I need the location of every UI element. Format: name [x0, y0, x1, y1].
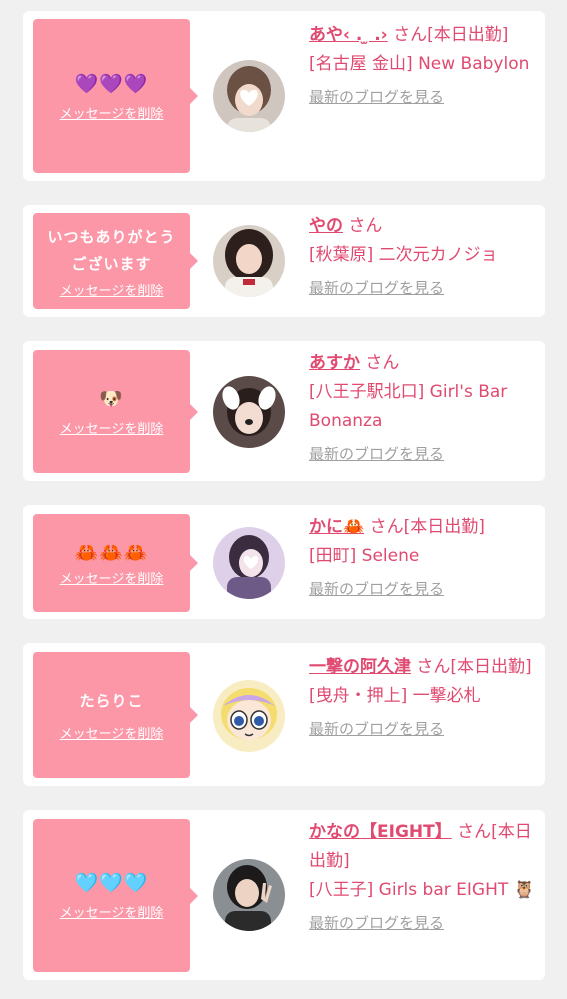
- shop-text: [曳舟・押上] 一撃必札: [309, 686, 481, 706]
- avatar[interactable]: [213, 859, 285, 931]
- shop-text: [名古屋 金山] New Babylon: [309, 54, 530, 74]
- shop-text: [八王子] Girls bar EIGHT 🦉: [309, 880, 535, 900]
- avatar[interactable]: [213, 60, 285, 132]
- honorific: さん: [393, 25, 428, 45]
- message-card: 💜💜💜 メッセージを削除 あや‹ . ̫ .› さん[本日出勤] [名古屋 金山…: [23, 11, 545, 181]
- latest-blog-link[interactable]: 最新のブログを見る: [309, 715, 537, 744]
- cast-name-link[interactable]: 一撃の阿久津: [309, 657, 411, 677]
- message-bubble: いつもありがとうございます メッセージを削除: [33, 213, 198, 309]
- message-text: 🐶: [99, 388, 124, 410]
- delete-message-link[interactable]: メッセージを削除: [60, 103, 164, 122]
- avatar[interactable]: [213, 527, 285, 599]
- avatar[interactable]: [213, 680, 285, 752]
- status-text: [本日出勤]: [450, 657, 532, 677]
- delete-message-link[interactable]: メッセージを削除: [60, 280, 164, 299]
- delete-message-link[interactable]: メッセージを削除: [60, 723, 164, 742]
- latest-blog-link[interactable]: 最新のブログを見る: [309, 575, 537, 604]
- latest-blog-link[interactable]: 最新のブログを見る: [309, 440, 537, 469]
- message-bubble: 🩵🩵🩵 メッセージを削除: [33, 819, 198, 972]
- cast-name-link[interactable]: かに🦀: [309, 517, 364, 537]
- cast-info: やの さん [秋葉原] 二次元カノジョ 最新のブログを見る: [309, 212, 537, 303]
- status-text: [本日出勤]: [427, 25, 509, 45]
- message-card: 🦀🦀🦀 メッセージを削除 かに🦀 さん[本日出勤] [田町] Selene 最新…: [23, 505, 545, 619]
- latest-blog-link[interactable]: 最新のブログを見る: [309, 909, 537, 938]
- message-card: いつもありがとうございます メッセージを削除 やの さん [秋葉原] 二次元カノ…: [23, 205, 545, 317]
- message-bubble: たらりこ メッセージを削除: [33, 652, 198, 778]
- delete-message-link[interactable]: メッセージを削除: [60, 902, 164, 921]
- cast-info: 一撃の阿久津 さん[本日出勤] [曳舟・押上] 一撃必札 最新のブログを見る: [309, 653, 537, 744]
- shop-text: [八王子駅北口] Girl's Bar Bonanza: [309, 382, 508, 431]
- status-text: [本日出勤]: [403, 517, 485, 537]
- honorific: さん: [348, 216, 383, 236]
- honorific: さん: [369, 517, 404, 537]
- cast-name-link[interactable]: あすか: [309, 353, 360, 373]
- message-bubble: 🐶 メッセージを削除: [33, 350, 198, 473]
- cast-info: かに🦀 さん[本日出勤] [田町] Selene 最新のブログを見る: [309, 513, 537, 604]
- cast-info: あや‹ . ̫ .› さん[本日出勤] [名古屋 金山] New Babylon…: [309, 21, 537, 112]
- cast-name-link[interactable]: かなの【EIGHT】: [309, 822, 452, 842]
- avatar[interactable]: [213, 376, 285, 448]
- avatar[interactable]: [213, 225, 285, 297]
- delete-message-link[interactable]: メッセージを削除: [60, 568, 164, 587]
- message-bubble: 🦀🦀🦀 メッセージを削除: [33, 514, 198, 612]
- message-text: たらりこ: [79, 692, 144, 710]
- cast-name-link[interactable]: やの: [309, 216, 343, 236]
- message-text: 💜💜💜: [74, 72, 149, 95]
- honorific: さん: [416, 657, 451, 677]
- latest-blog-link[interactable]: 最新のブログを見る: [309, 274, 537, 303]
- delete-message-link[interactable]: メッセージを削除: [60, 418, 164, 437]
- message-text: 🦀🦀🦀: [74, 541, 149, 564]
- cast-info: あすか さん [八王子駅北口] Girl's Bar Bonanza 最新のブロ…: [309, 349, 537, 469]
- latest-blog-link[interactable]: 最新のブログを見る: [309, 83, 537, 112]
- message-card: 🩵🩵🩵 メッセージを削除 かなの【EIGHT】 さん[本日出勤] [八王子] G…: [23, 810, 545, 980]
- honorific: さん: [365, 353, 400, 373]
- message-card: 🐶 メッセージを削除 あすか さん [八王子駅北口] Girl's Bar Bo…: [23, 341, 545, 481]
- shop-text: [田町] Selene: [309, 546, 420, 566]
- message-card: たらりこ メッセージを削除 一撃の阿久津 さん[本日出勤] [曳舟・押上] 一撃…: [23, 643, 545, 786]
- cast-name-link[interactable]: あや‹ . ̫ .›: [309, 25, 388, 45]
- message-text: いつもありがとうございます: [47, 227, 176, 273]
- message-bubble: 💜💜💜 メッセージを削除: [33, 19, 198, 173]
- honorific: さん: [457, 822, 492, 842]
- cast-info: かなの【EIGHT】 さん[本日出勤] [八王子] Girls bar EIGH…: [309, 818, 537, 938]
- shop-text: [秋葉原] 二次元カノジョ: [309, 245, 498, 265]
- message-text: 🩵🩵🩵: [74, 872, 149, 894]
